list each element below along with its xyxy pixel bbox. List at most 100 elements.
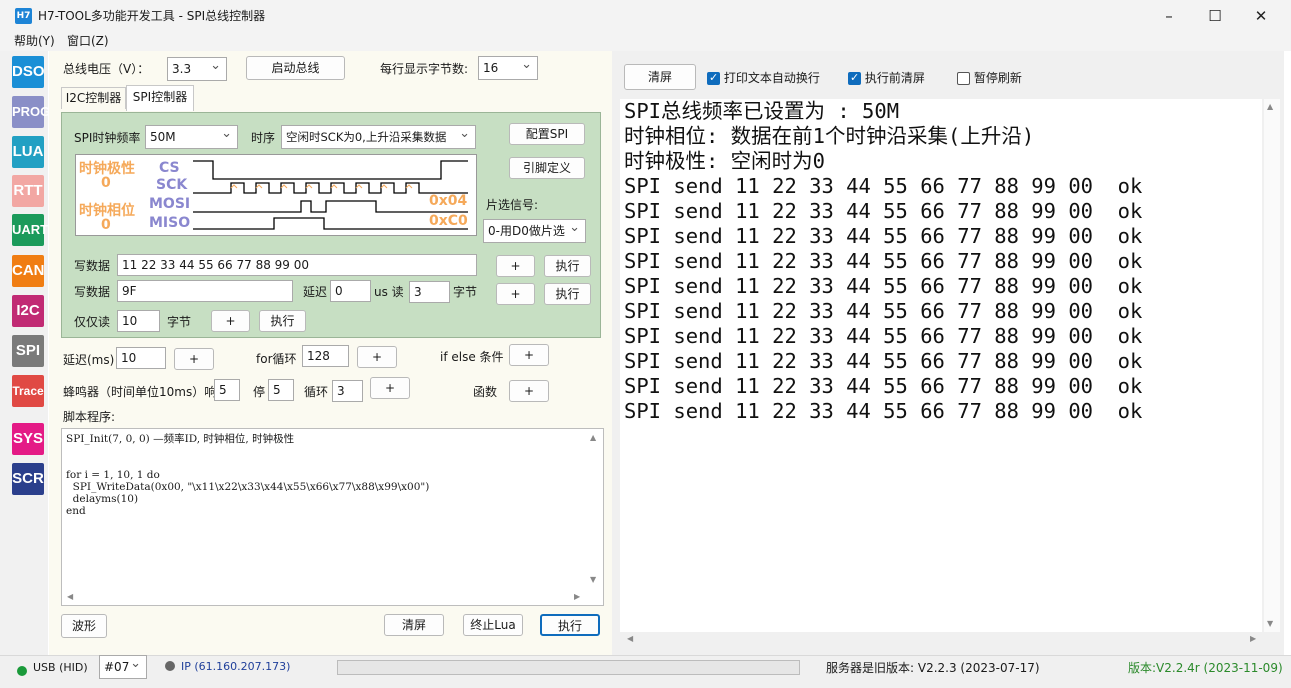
- read-only-unit-label: 字节: [167, 315, 192, 329]
- progress-bar: [337, 660, 800, 675]
- clear-before-run-checkbox[interactable]: 执行前清屏: [848, 70, 925, 86]
- beep-on-input[interactable]: 5: [214, 379, 240, 401]
- ip-status: IP (61.160.207.173): [181, 660, 291, 673]
- add-beep-button[interactable]: +: [370, 377, 410, 399]
- add-write-button-2[interactable]: +: [496, 283, 535, 305]
- add-read-button[interactable]: +: [211, 310, 250, 332]
- add-delay-button[interactable]: +: [174, 348, 214, 370]
- auto-wrap-checkbox[interactable]: 打印文本自动换行: [707, 70, 820, 86]
- start-bus-button[interactable]: 启动总线: [246, 56, 345, 80]
- config-spi-button[interactable]: 配置SPI: [509, 123, 585, 145]
- pause-refresh-label: 暂停刷新: [973, 71, 1022, 85]
- spi-freq-value: 50M: [150, 130, 176, 144]
- script-line: for i = 1, 10, 1 do: [66, 469, 160, 481]
- read-count-input[interactable]: 3: [409, 281, 450, 303]
- tool-can[interactable]: CAN: [12, 255, 45, 287]
- tool-scr[interactable]: SCR: [12, 463, 44, 495]
- console-line: 时钟极性: 空闲时为0: [624, 149, 826, 173]
- beep-off-label: 停: [253, 385, 266, 399]
- delay-input[interactable]: 0: [330, 280, 371, 302]
- menu-window[interactable]: 窗口(Z): [67, 33, 109, 50]
- console-line: SPI send 11 22 33 44 55 66 77 88 99 00 o…: [624, 399, 1143, 423]
- window-title: H7-TOOL多功能开发工具 - SPI总线控制器: [38, 9, 266, 23]
- console-output[interactable]: SPI总线频率已设置为 : 50M 时钟相位: 数据在前1个时钟沿采集(上升沿) 时…: [620, 99, 1262, 632]
- chip-select-value: 0-用D0做片选: [488, 224, 565, 238]
- close-button[interactable]: ✕: [1238, 0, 1284, 32]
- usb-status: USB (HID): [33, 661, 88, 674]
- console-line: SPI send 11 22 33 44 55 66 77 88 99 00 o…: [624, 224, 1143, 248]
- pause-refresh-checkbox[interactable]: 暂停刷新: [957, 70, 1022, 86]
- script-scroll-right-icon[interactable]: ▶: [574, 592, 580, 601]
- pin-definition-button[interactable]: 引脚定义: [509, 157, 585, 179]
- tool-spi[interactable]: SPI: [12, 335, 44, 367]
- console-vscrollbar[interactable]: [1264, 99, 1280, 632]
- beep-label: 蜂鸣器（时间单位10ms）响: [63, 385, 217, 399]
- script-delay-input[interactable]: 10: [116, 347, 166, 369]
- script-editor[interactable]: SPI_Init(7, 0, 0) —频率ID, 时钟相位, 时钟极性 for …: [61, 428, 604, 606]
- exec-read-button[interactable]: 执行: [259, 310, 306, 332]
- app-version: 版本:V2.2.4r (2023-11-09): [1128, 661, 1283, 675]
- console-line: SPI send 11 22 33 44 55 66 77 88 99 00 o…: [624, 349, 1143, 373]
- maximize-button[interactable]: ☐: [1192, 0, 1238, 32]
- script-scroll-left-icon[interactable]: ◀: [67, 592, 73, 601]
- stop-lua-button[interactable]: 终止Lua: [463, 614, 523, 636]
- bytes-per-line-select[interactable]: 16: [478, 54, 538, 80]
- device-value: #07: [104, 660, 130, 674]
- script-scroll-down-icon[interactable]: ▼: [590, 575, 596, 584]
- write-data-input-2[interactable]: 9F: [117, 280, 293, 302]
- beep-loop-input[interactable]: 3: [332, 380, 363, 402]
- tool-dso[interactable]: DSO: [12, 56, 45, 88]
- console-line: SPI send 11 22 33 44 55 66 77 88 99 00 o…: [624, 199, 1143, 223]
- function-label: 函数: [473, 385, 498, 399]
- add-write-button-1[interactable]: +: [496, 255, 535, 277]
- voltage-label: 总线电压（V）：: [63, 62, 150, 76]
- read-only-input[interactable]: 10: [117, 310, 160, 332]
- timing-value: 空闲时SCK为0,上升沿采集数据: [286, 130, 447, 144]
- waveform-traces: [193, 160, 468, 230]
- tool-i2c[interactable]: I2C: [12, 295, 44, 327]
- script-scroll-up-icon[interactable]: ▲: [590, 433, 596, 442]
- run-script-button[interactable]: 执行: [540, 614, 600, 636]
- waveform-button[interactable]: 波形: [61, 614, 107, 638]
- menu-help[interactable]: 帮助(Y): [14, 33, 55, 50]
- for-loop-input[interactable]: 128: [302, 345, 349, 367]
- clear-console-button[interactable]: 清屏: [624, 64, 696, 90]
- console-scroll-up-icon[interactable]: ▲: [1267, 102, 1273, 111]
- usb-status-dot-icon: [17, 666, 27, 676]
- tool-lua[interactable]: LUA: [12, 136, 44, 168]
- title-bar: H7 H7-TOOL多功能开发工具 - SPI总线控制器 – ☐ ✕: [0, 0, 1291, 32]
- add-for-loop-button[interactable]: +: [357, 346, 397, 368]
- chip-select-select[interactable]: 0-用D0做片选: [483, 217, 586, 243]
- tool-rtt[interactable]: RTT: [12, 175, 44, 207]
- add-if-else-button[interactable]: +: [509, 344, 549, 366]
- spi-freq-select[interactable]: 50M: [145, 123, 238, 149]
- console-scroll-right-icon[interactable]: ▶: [1250, 634, 1256, 643]
- device-select[interactable]: #07: [99, 653, 147, 679]
- tool-sys[interactable]: SYS: [12, 423, 44, 455]
- console-scroll-down-icon[interactable]: ▼: [1267, 619, 1273, 628]
- exec-write-button-1[interactable]: 执行: [544, 255, 591, 277]
- tool-trace[interactable]: Trace: [12, 375, 44, 407]
- exec-write-button-2[interactable]: 执行: [544, 283, 591, 305]
- clear-before-run-label: 执行前清屏: [864, 71, 925, 85]
- add-function-button[interactable]: +: [509, 380, 549, 402]
- minimize-button[interactable]: –: [1146, 0, 1192, 32]
- voltage-select[interactable]: 3.3: [167, 55, 227, 81]
- clear-script-button[interactable]: 清屏: [384, 614, 444, 636]
- tab-spi[interactable]: SPI控制器: [126, 85, 194, 111]
- script-delay-label: 延迟(ms): [63, 353, 115, 367]
- tool-uart[interactable]: UART: [12, 214, 48, 246]
- console-line: SPI send 11 22 33 44 55 66 77 88 99 00 o…: [624, 374, 1143, 398]
- auto-wrap-check-icon: [707, 71, 720, 85]
- console-scroll-left-icon[interactable]: ◀: [627, 634, 633, 643]
- tool-prog[interactable]: PROG: [12, 96, 50, 128]
- beep-off-input[interactable]: 5: [268, 379, 294, 401]
- timing-select[interactable]: 空闲时SCK为0,上升沿采集数据: [281, 123, 476, 149]
- tab-i2c[interactable]: I2C控制器: [61, 87, 126, 109]
- write-data-input-1[interactable]: 11 22 33 44 55 66 77 88 99 00: [117, 254, 477, 276]
- script-line: [66, 445, 603, 457]
- chip-select-label: 片选信号:: [486, 198, 539, 212]
- ip-status-dot-icon: [165, 661, 175, 671]
- spi-waveform-diagram: 时钟极性 0 时钟相位 0 CS SCK MOSI MISO 0x04 0xC0: [75, 154, 477, 236]
- console-line: SPI send 11 22 33 44 55 66 77 88 99 00 o…: [624, 299, 1143, 323]
